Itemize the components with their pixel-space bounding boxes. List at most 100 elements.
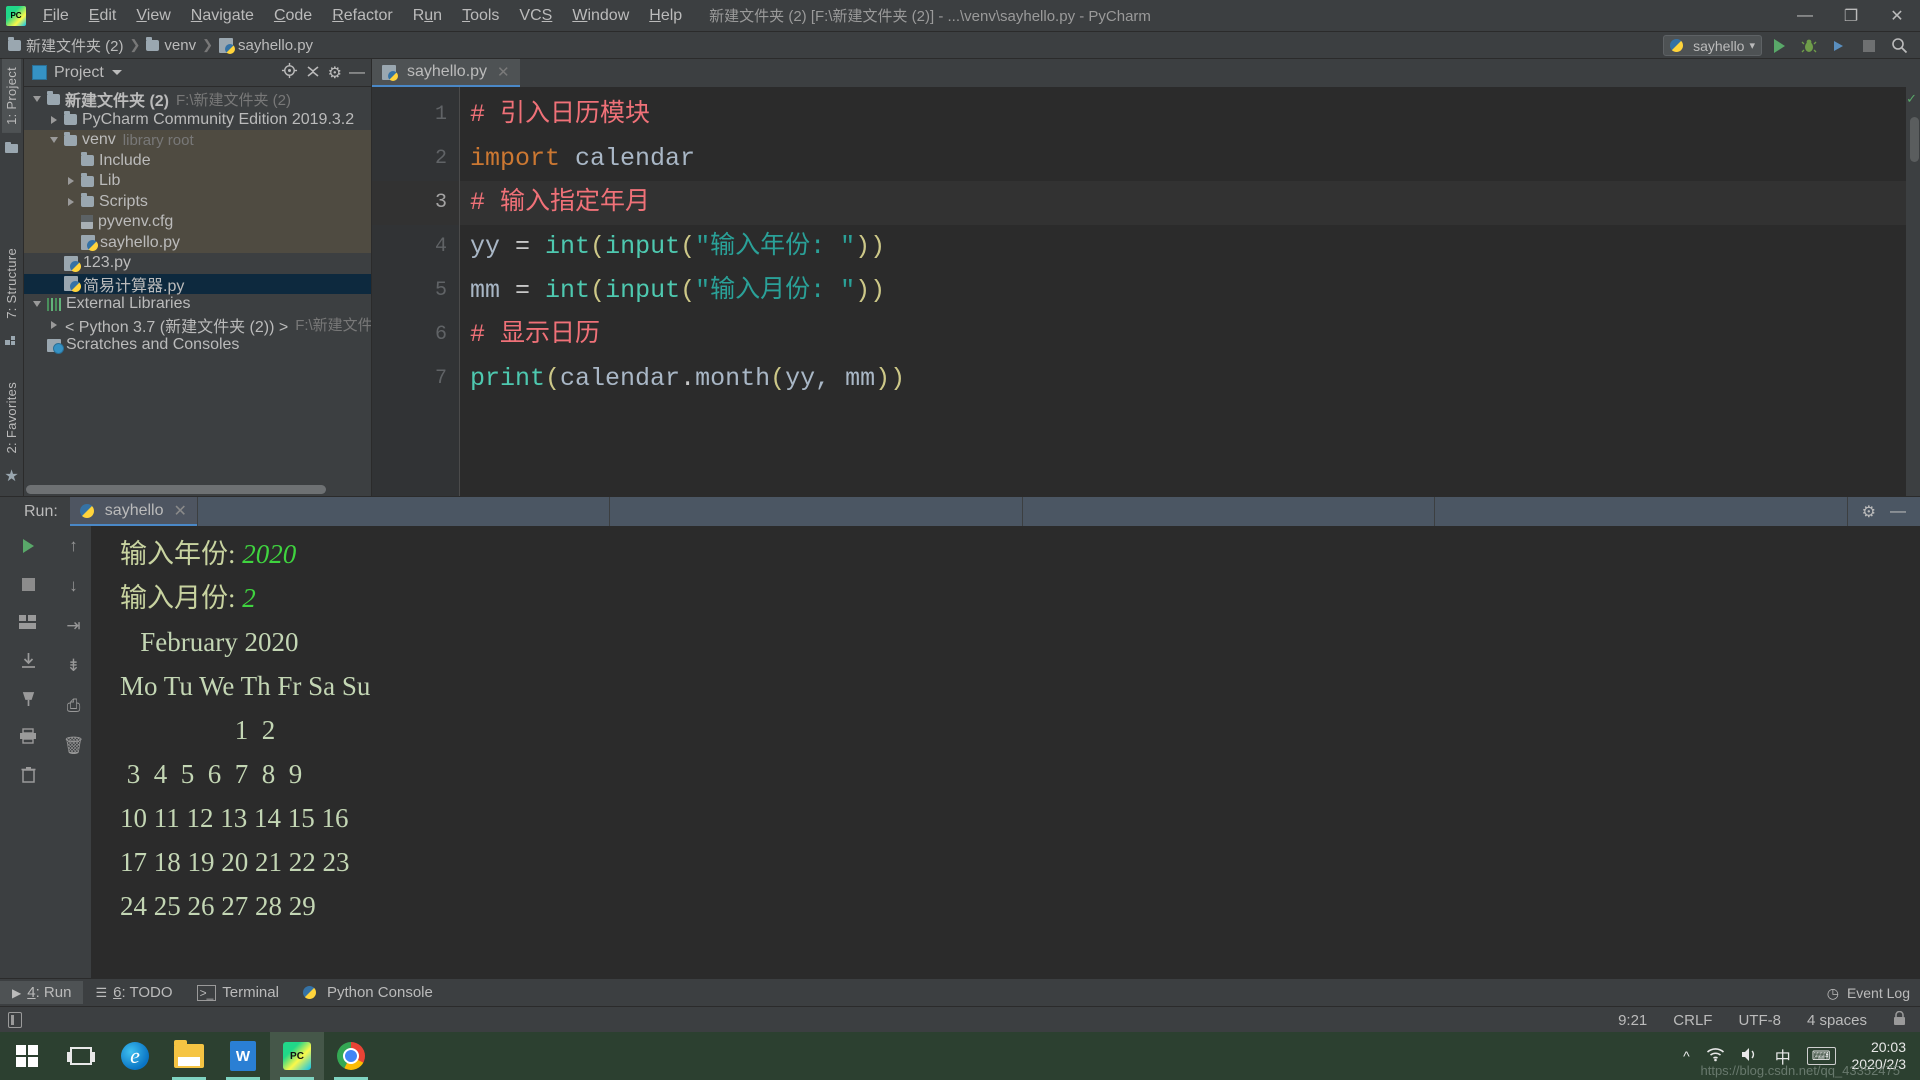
code-line[interactable]: # 引入日历模块 — [460, 93, 1920, 137]
breadcrumb-item-file[interactable]: sayhello.py — [219, 37, 313, 54]
chevron-down-icon[interactable] — [111, 70, 122, 75]
tree-node[interactable]: pyvenv.cfg — [24, 212, 371, 233]
menu-navigate[interactable]: Navigate — [182, 3, 263, 29]
tree-horizontal-scrollbar[interactable] — [26, 485, 326, 494]
code-content[interactable]: # 引入日历模块 import calendar # 输入指定年月 yy = int(… — [460, 87, 1920, 496]
close-icon[interactable]: ✕ — [174, 501, 187, 521]
hide-panel-icon[interactable]: — — [349, 64, 365, 82]
menu-window[interactable]: Window — [563, 3, 638, 29]
code-line[interactable]: yy = int(input("输入年份: ")) — [460, 225, 1920, 269]
taskbar-wps[interactable]: W — [216, 1032, 270, 1080]
taskbar-file-explorer[interactable] — [162, 1032, 216, 1080]
memory-indicator-icon[interactable] — [8, 1011, 22, 1028]
tree-node[interactable]: < Python 3.7 (新建文件夹 (2)) > F:\新建文件夹 (2)\v — [24, 315, 371, 336]
chevron-right-icon[interactable] — [67, 177, 74, 186]
pin-icon[interactable] — [15, 686, 41, 710]
menu-tools[interactable]: Tools — [453, 3, 508, 29]
tree-node[interactable]: 新建文件夹 (2) F:\新建文件夹 (2) — [24, 89, 371, 110]
stop-icon[interactable] — [15, 572, 41, 596]
tree-node[interactable]: PyCharm Community Edition 2019.3.2 — [24, 110, 371, 131]
breadcrumb-item-venv[interactable]: venv — [146, 36, 196, 54]
tree-node[interactable]: sayhello.py — [24, 232, 371, 253]
scroll-to-end-icon[interactable]: ⇟ — [61, 654, 87, 678]
soft-wrap-icon[interactable]: ⇥ — [61, 614, 87, 638]
task-view-button[interactable] — [54, 1032, 108, 1080]
locate-file-icon[interactable] — [281, 62, 298, 84]
collapse-all-icon[interactable] — [305, 63, 321, 84]
project-tree[interactable]: 新建文件夹 (2) F:\新建文件夹 (2) PyCharm Community E… — [24, 87, 371, 496]
sidebar-tab-project[interactable]: 1: Project — [2, 59, 21, 133]
console-output[interactable]: 输入年份: 2020 输入月份: 2 February 2020 Mo Tu We … — [92, 526, 1920, 978]
code-editor[interactable]: 1234567 # 引入日历模块 import calendar # 输入指定年月 y… — [372, 87, 1920, 496]
search-icon[interactable] — [1886, 34, 1912, 57]
editor-vertical-scrollbar[interactable] — [1910, 117, 1919, 162]
minimize-button[interactable]: — — [1782, 0, 1828, 32]
menu-code[interactable]: Code — [265, 3, 321, 29]
tree-node[interactable]: Include — [24, 150, 371, 171]
taskbar-pycharm[interactable]: PC — [270, 1032, 324, 1080]
taskbar-chrome[interactable] — [324, 1032, 378, 1080]
print-output-icon[interactable]: ⎙ — [61, 694, 87, 718]
trash-icon[interactable] — [15, 762, 41, 786]
down-arrow-icon[interactable]: ↓ — [61, 574, 87, 598]
chevron-down-icon[interactable] — [32, 301, 41, 308]
editor-tab-sayhello[interactable]: sayhello.py ✕ — [372, 59, 520, 87]
editor-markers-strip[interactable]: ✓ — [1906, 87, 1920, 496]
sidebar-tab-favorites[interactable]: 2: Favorites — [2, 374, 21, 462]
show-hidden-icons-chevron[interactable]: ^ — [1683, 1048, 1690, 1064]
start-button[interactable] — [0, 1032, 54, 1080]
settings-gear-icon[interactable]: ⚙ — [328, 63, 342, 83]
run-tab-sayhello[interactable]: sayhello ✕ — [69, 497, 197, 526]
taskbar-edge[interactable]: e — [108, 1032, 162, 1080]
stop-button[interactable] — [1856, 34, 1882, 57]
run-settings-gear-icon[interactable]: ⚙ — [1862, 502, 1876, 522]
run-button[interactable] — [1766, 34, 1792, 57]
tree-node[interactable]: 简易计算器.py — [24, 273, 371, 295]
indent-setting[interactable]: 4 spaces — [1807, 1012, 1867, 1029]
maximize-button[interactable]: ❐ — [1828, 0, 1874, 32]
tree-node[interactable]: Scripts — [24, 191, 371, 212]
caret-position[interactable]: 9:21 — [1618, 1012, 1647, 1029]
tool-button-terminal[interactable]: >_ Terminal — [185, 981, 291, 1004]
tool-button-run[interactable]: ▶ 4: Run — [0, 981, 84, 1004]
tool-button-python-console[interactable]: Python Console — [291, 981, 445, 1004]
close-icon[interactable]: ✕ — [497, 63, 510, 81]
tree-node[interactable]: venv library root — [24, 130, 371, 151]
run-hide-icon[interactable]: — — [1890, 503, 1906, 521]
menu-file[interactable]: File — [34, 3, 78, 29]
export-icon[interactable] — [15, 648, 41, 672]
breadcrumb-item-project[interactable]: 新建文件夹 (2) — [8, 35, 124, 56]
code-line[interactable]: import calendar — [460, 137, 1920, 181]
clear-output-icon[interactable]: 🗑 — [61, 734, 87, 758]
lock-icon[interactable] — [1893, 1010, 1906, 1030]
debug-button[interactable] — [1796, 34, 1822, 57]
file-encoding[interactable]: UTF-8 — [1738, 1012, 1781, 1029]
run-with-coverage-button[interactable] — [1826, 34, 1852, 57]
close-button[interactable]: ✕ — [1874, 0, 1920, 32]
code-line[interactable]: # 输入指定年月 — [460, 181, 1920, 225]
menu-vcs[interactable]: VCS — [510, 3, 561, 29]
tree-node[interactable]: Scratches and Consoles — [24, 335, 371, 356]
tool-button-todo[interactable]: ☰ 6: TODO — [83, 981, 184, 1004]
menu-edit[interactable]: Edit — [80, 3, 126, 29]
menu-refactor[interactable]: Refactor — [323, 3, 401, 29]
layout-icon[interactable] — [15, 610, 41, 634]
event-log-button[interactable]: Event Log — [1847, 985, 1910, 1001]
menu-view[interactable]: View — [127, 3, 179, 29]
tree-node[interactable]: 123.py — [24, 253, 371, 274]
chevron-right-icon[interactable] — [67, 197, 74, 206]
chevron-right-icon[interactable] — [50, 115, 57, 124]
tree-node[interactable]: Lib — [24, 171, 371, 192]
up-arrow-icon[interactable]: ↑ — [61, 534, 87, 558]
code-line[interactable]: mm = int(input("输入月份: ")) — [460, 269, 1920, 313]
chevron-down-icon[interactable] — [49, 137, 58, 144]
tree-node[interactable]: External Libraries — [24, 294, 371, 315]
rerun-icon[interactable] — [15, 534, 41, 558]
menu-help[interactable]: Help — [640, 3, 691, 29]
line-separator[interactable]: CRLF — [1673, 1012, 1712, 1029]
sidebar-tab-structure[interactable]: 7: Structure — [2, 240, 21, 327]
code-line[interactable]: print(calendar.month(yy, mm)) — [460, 357, 1920, 401]
print-icon[interactable] — [15, 724, 41, 748]
menu-run[interactable]: Run — [404, 3, 451, 29]
run-configuration-selector[interactable]: sayhello ▾ — [1663, 35, 1762, 56]
